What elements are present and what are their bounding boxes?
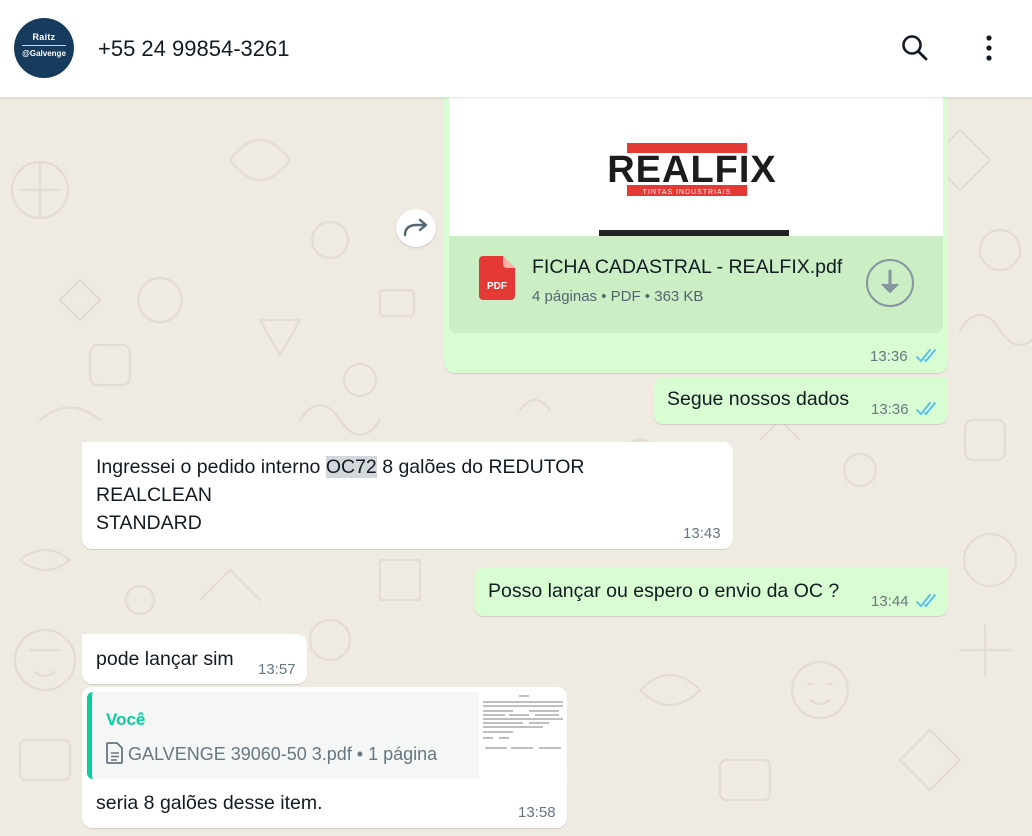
avatar-text-top: Raitz	[32, 32, 56, 42]
message-text-line-2: REALCLEAN	[96, 484, 212, 506]
quote-document-name: GALVENGE 39060-50 3.pdf • 1 página	[128, 744, 438, 764]
double-check-icon	[916, 594, 936, 608]
menu-button[interactable]	[971, 30, 1007, 66]
avatar[interactable]: Raitz @Galvenge	[14, 18, 74, 78]
file-name: FICHA CADASTRAL - REALFIX.pdf	[532, 256, 843, 278]
download-icon	[866, 259, 914, 307]
message-outgoing[interactable]: Posso lançar ou espero o envio da OC ? 1…	[474, 567, 948, 616]
message-time: 13:36	[870, 348, 908, 365]
file-meta: 4 páginas • PDF • 363 KB	[532, 288, 704, 305]
message-incoming[interactable]: Ingressei o pedido interno OC72 8 galões…	[82, 442, 733, 549]
message-text-part: 8 galões do REDUTOR	[376, 456, 585, 478]
search-icon	[902, 35, 928, 61]
message-text: pode lançar sim	[96, 648, 234, 670]
document-thumbnail	[483, 695, 563, 749]
download-button[interactable]	[865, 258, 915, 308]
message-time: 13:43	[683, 525, 721, 542]
message-time: 13:44	[871, 593, 909, 610]
avatar-text-bottom: @Galvenge	[22, 49, 66, 58]
message-outgoing[interactable]: Segue nossos dados 13:36	[653, 377, 948, 424]
svg-text:REALFIX: REALFIX	[607, 149, 777, 191]
document-preview[interactable]: REALFIX TINTAS INDUSTRIAIS	[449, 80, 943, 237]
message-time: 13:57	[258, 661, 296, 678]
message-text-part: Ingressei o pedido interno	[96, 456, 326, 478]
message-time: 13:58	[518, 804, 556, 821]
quote-thumbnail	[479, 692, 567, 779]
chat-header: Raitz @Galvenge +55 24 99854-3261	[0, 0, 1032, 97]
contact-name[interactable]: +55 24 99854-3261	[98, 36, 289, 62]
forward-icon	[403, 218, 428, 237]
document-file-card[interactable]: PDF FICHA CADASTRAL - REALFIX.pdf 4 pági…	[449, 236, 943, 333]
double-check-icon	[916, 402, 936, 416]
quoted-message[interactable]: Você GALVENGE 39060-50 3.pdf • 1 página	[87, 692, 567, 779]
svg-text:TINTAS INDUSTRIAIS: TINTAS INDUSTRIAIS	[643, 189, 732, 196]
message-document[interactable]: REALFIX TINTAS INDUSTRIAIS PDF FICHA CAD…	[444, 80, 948, 373]
quote-document: GALVENGE 39060-50 3.pdf • 1 página	[106, 742, 437, 765]
avatar-divider	[22, 45, 66, 46]
message-text: seria 8 galões desse item.	[96, 792, 323, 814]
kebab-menu-icon	[986, 35, 992, 61]
pdf-badge-label: PDF	[487, 281, 507, 292]
highlighted-text: OC72	[325, 456, 377, 478]
message-text: Posso lançar ou espero o envio da OC ?	[488, 580, 840, 602]
forward-button[interactable]	[396, 209, 436, 247]
quote-author: Você	[106, 710, 146, 729]
message-text-line-1: Ingressei o pedido interno OC72 8 galões…	[96, 453, 585, 481]
search-button[interactable]	[897, 30, 933, 66]
message-text: Segue nossos dados	[667, 388, 850, 410]
realfix-logo: REALFIX TINTAS INDUSTRIAIS	[599, 143, 789, 236]
document-icon	[106, 742, 123, 764]
message-incoming[interactable]: pode lançar sim 13:57	[82, 634, 307, 684]
message-reply[interactable]: Você GALVENGE 39060-50 3.pdf • 1 página	[82, 687, 567, 828]
pdf-file-icon	[479, 256, 515, 300]
message-time: 13:36	[871, 401, 909, 418]
double-check-icon	[916, 349, 936, 363]
message-text-line-3: STANDARD	[96, 512, 202, 534]
